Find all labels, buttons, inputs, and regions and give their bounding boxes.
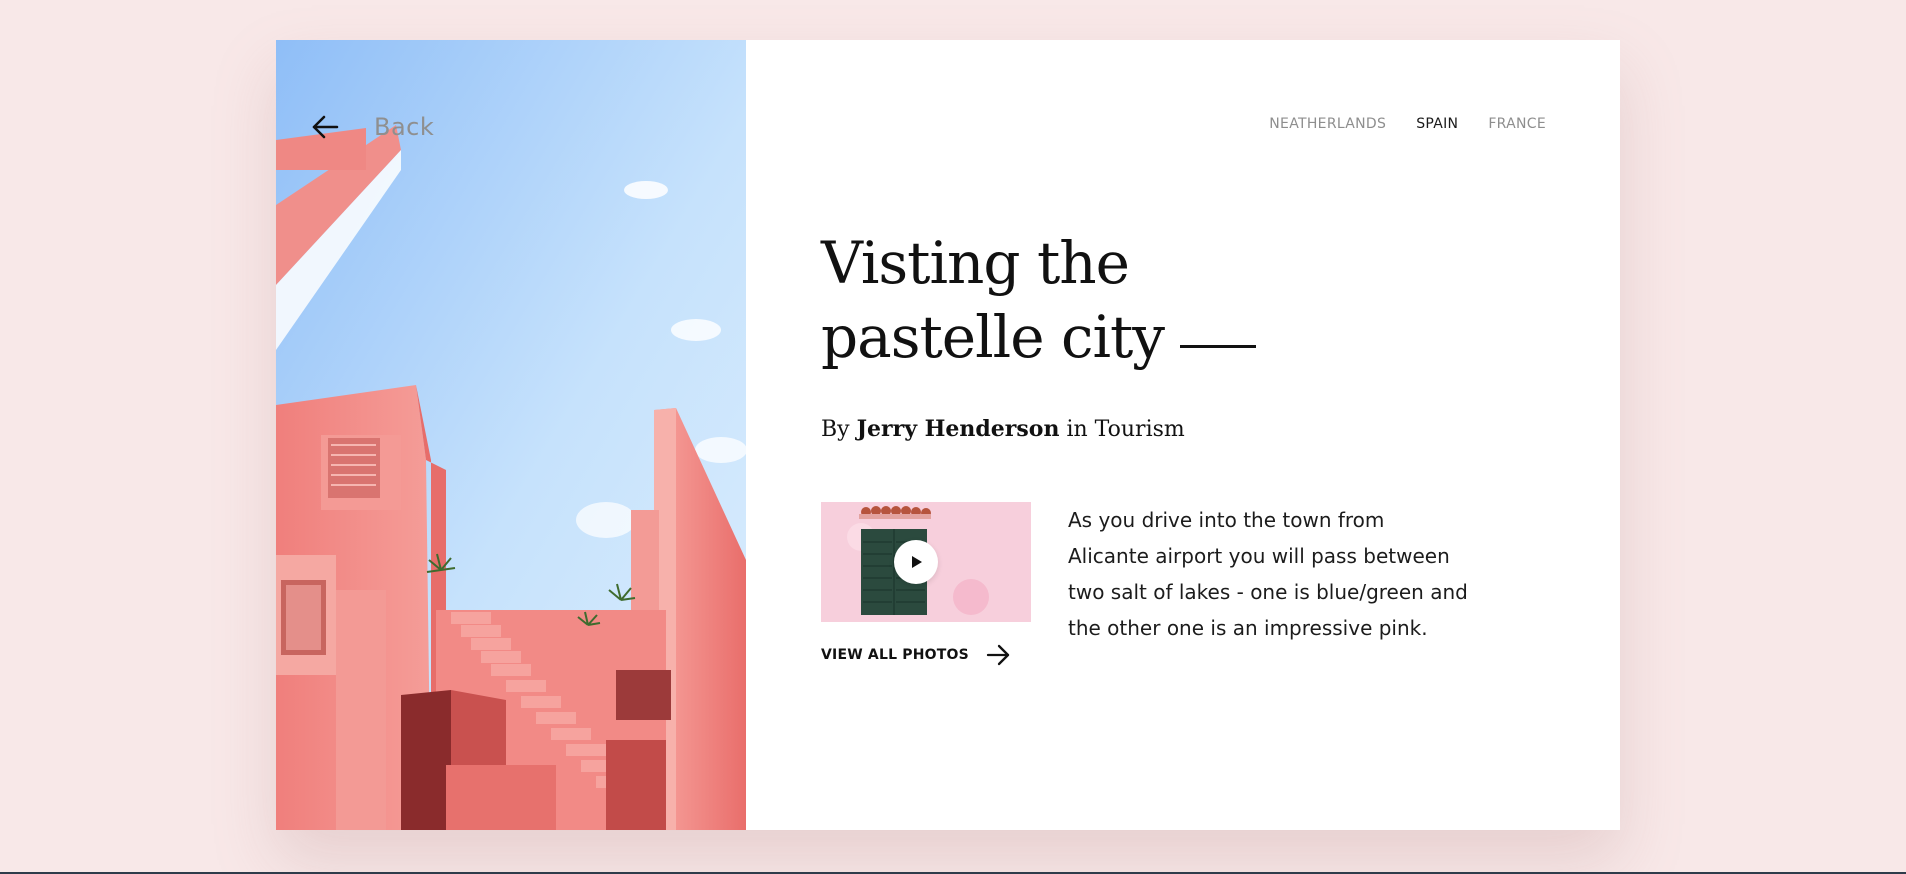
hero-illustration [276, 40, 746, 830]
article-description: As you drive into the town from Alicante… [1068, 508, 1468, 640]
hero-image: Back [276, 40, 746, 830]
view-all-photos-link[interactable]: VIEW ALL PHOTOS [821, 642, 1031, 668]
article-card: Back NEATHERLANDS SPAIN FRANCE Visting t… [276, 40, 1620, 830]
arrow-left-icon [312, 115, 339, 139]
view-all-photos-label: VIEW ALL PHOTOS [821, 647, 969, 663]
back-label: Back [374, 113, 435, 141]
page: Back NEATHERLANDS SPAIN FRANCE Visting t… [0, 0, 1906, 874]
byline: By Jerry Henderson in Tourism [821, 416, 1185, 442]
play-button[interactable] [894, 540, 938, 584]
video-thumbnail[interactable] [821, 502, 1031, 622]
back-button[interactable]: Back [310, 112, 434, 142]
title-dash [1180, 345, 1256, 348]
nav-item-spain[interactable]: SPAIN [1416, 116, 1458, 132]
play-icon [912, 556, 922, 568]
arrow-right-icon [986, 644, 1010, 666]
title-line-2: pastelle city [821, 303, 1165, 371]
article-title: Visting the pastelle city [821, 226, 1165, 374]
title-line-1: Visting the [821, 229, 1130, 297]
nav-item-neatherlands[interactable]: NEATHERLANDS [1269, 116, 1386, 132]
media-block: VIEW ALL PHOTOS [821, 502, 1031, 668]
country-nav: NEATHERLANDS SPAIN FRANCE [1269, 116, 1546, 132]
author-name[interactable]: Jerry Henderson [857, 416, 1060, 442]
byline-in: in [1066, 417, 1088, 442]
category-name[interactable]: Tourism [1095, 417, 1185, 442]
byline-prefix: By [821, 417, 850, 442]
nav-item-france[interactable]: FRANCE [1488, 116, 1546, 132]
article-content: NEATHERLANDS SPAIN FRANCE Visting the pa… [746, 40, 1620, 830]
